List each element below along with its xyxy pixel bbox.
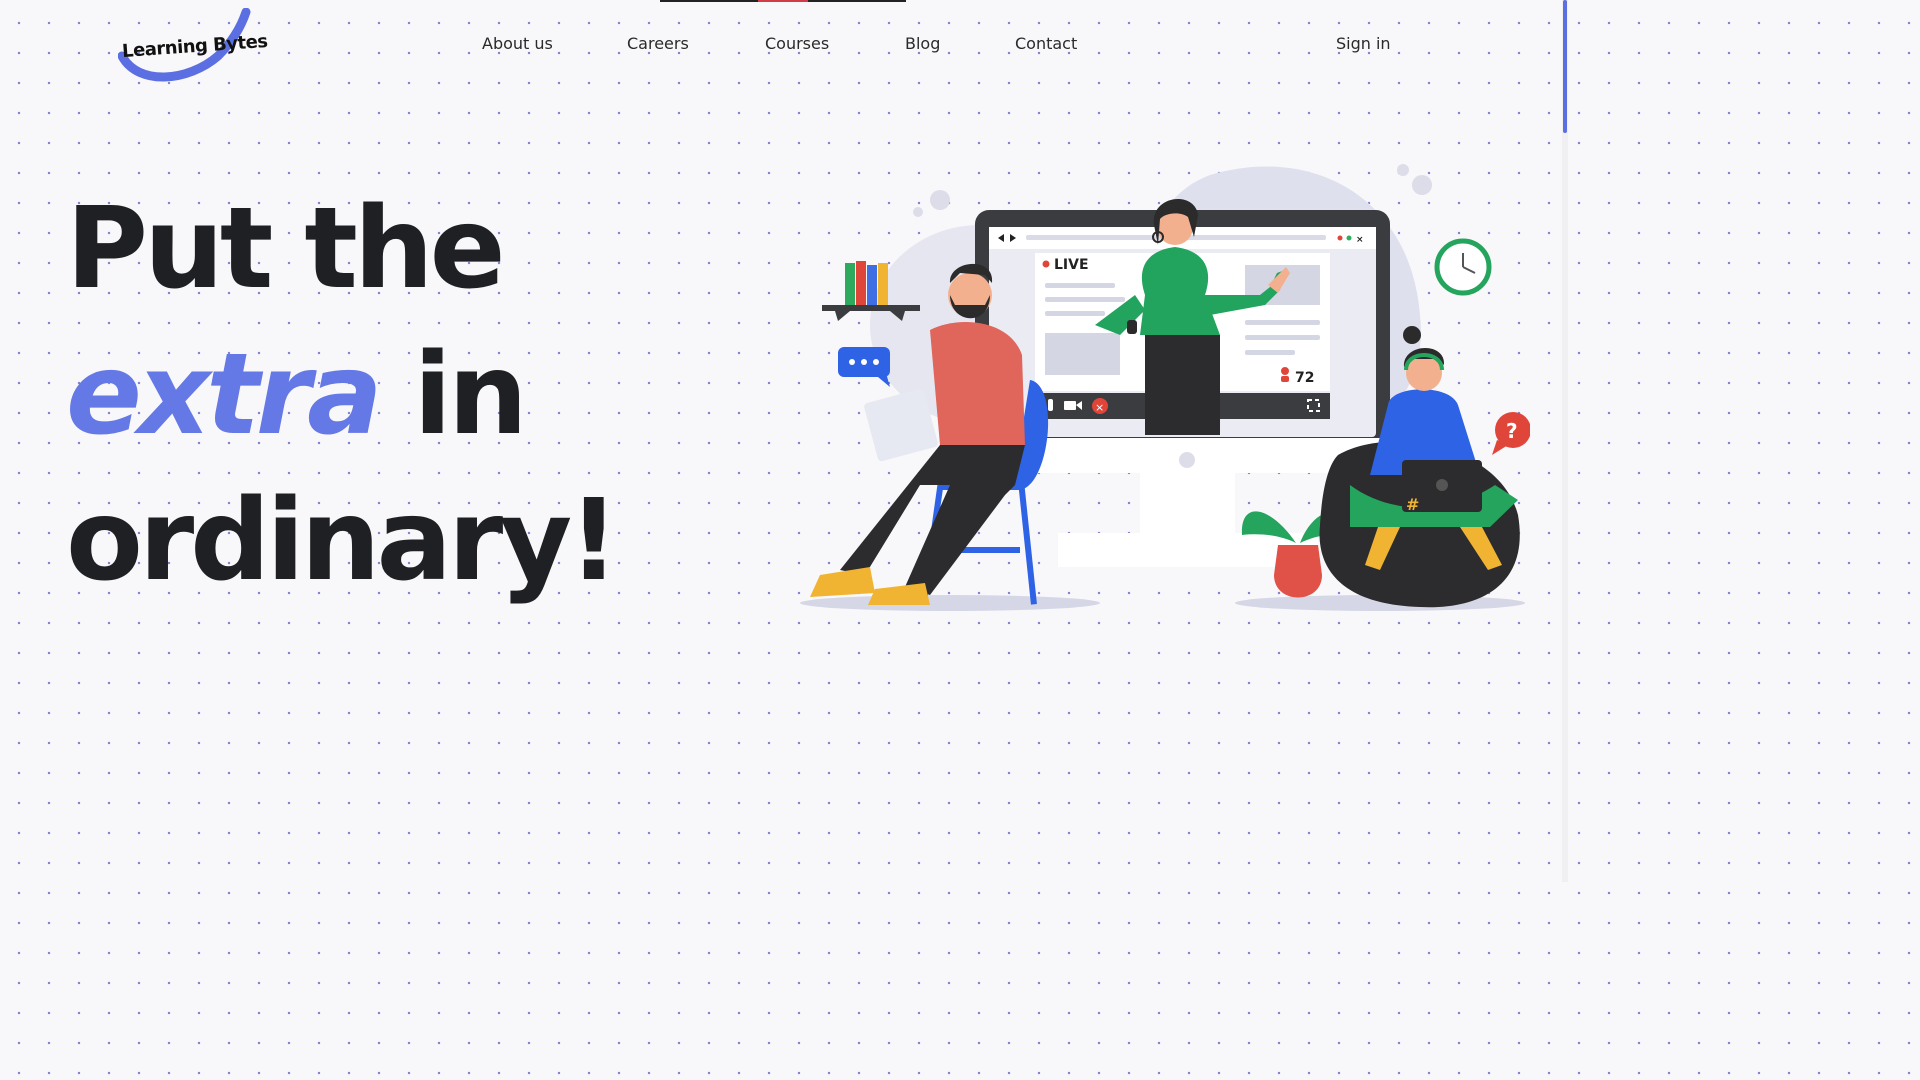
hero-headline: Put the extra in ordinary! — [66, 176, 619, 614]
sign-in-link[interactable]: Sign in — [1336, 34, 1391, 53]
help-question-icon: ? — [1506, 419, 1518, 443]
svg-text:×: × — [1095, 401, 1104, 414]
nav-contact[interactable]: Contact — [1015, 34, 1077, 53]
nav-about-us[interactable]: About us — [482, 34, 553, 53]
nav-courses[interactable]: Courses — [765, 34, 829, 53]
viewer-count: 72 — [1295, 370, 1314, 386]
online-learning-illustration: × LIVE 72 × # ? — [800, 164, 1531, 611]
svg-text:×: × — [1356, 235, 1364, 245]
site-header: Learning Bytes About us Careers Courses … — [0, 0, 1568, 90]
hero-illustration: × LIVE 72 × # ? — [790, 155, 1531, 625]
nav-careers[interactable]: Careers — [627, 34, 689, 53]
hero-line-2-rest: in — [378, 330, 528, 460]
nav-blog[interactable]: Blog — [905, 34, 940, 53]
hero-accent-word: extra — [66, 330, 383, 460]
laptop-hash-icon: # — [1406, 495, 1419, 514]
hero-line-1: Put the — [66, 184, 506, 314]
hero-line-3: ordinary! — [66, 476, 619, 606]
brand-logo[interactable]: Learning Bytes — [118, 8, 288, 84]
scrollbar[interactable] — [1562, 0, 1568, 882]
live-badge: LIVE — [1054, 257, 1089, 273]
hero-line-2: extra in — [66, 322, 615, 468]
